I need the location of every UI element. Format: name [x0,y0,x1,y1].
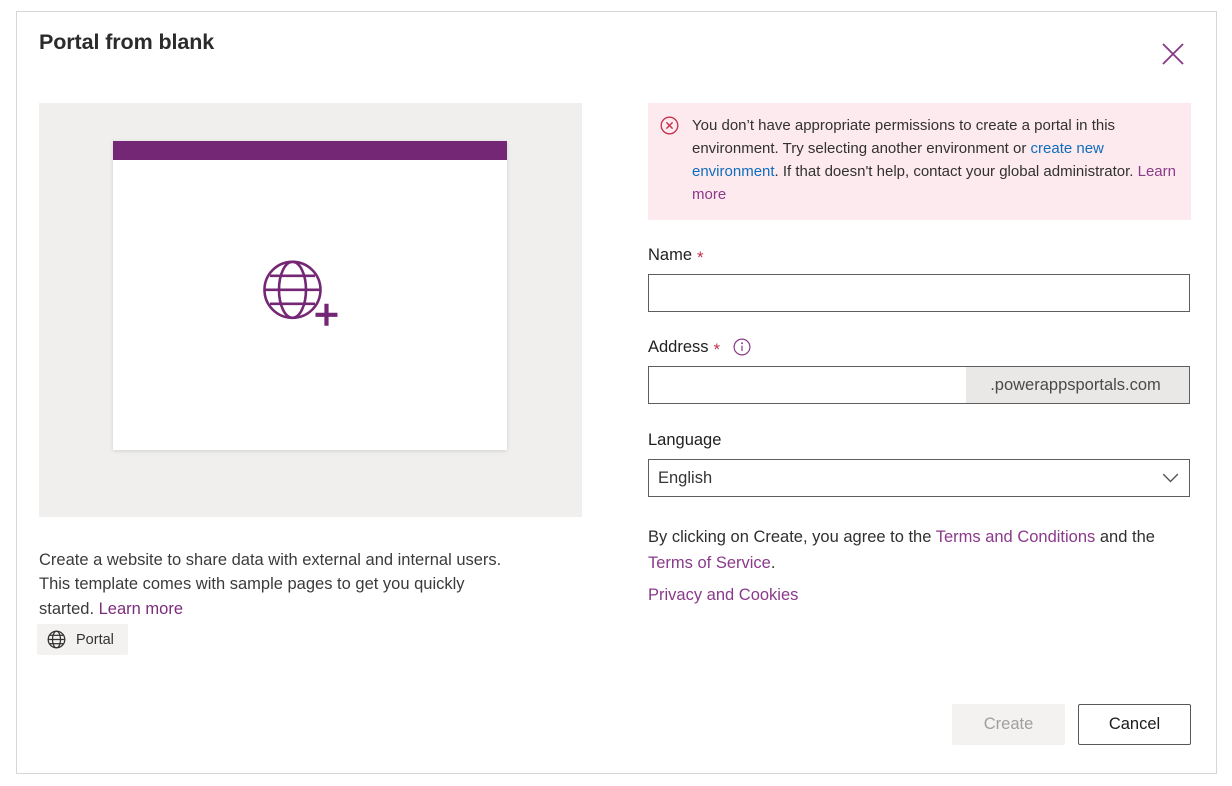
dialog-footer-actions: Create Cancel [952,704,1191,745]
cancel-button[interactable]: Cancel [1078,704,1191,745]
portal-create-form: You don’t have appropriate permissions t… [648,103,1191,605]
preview-card-topbar [113,141,507,160]
terms-and-conditions-link[interactable]: Terms and Conditions [936,528,1096,546]
info-circle-icon[interactable] [733,338,751,356]
page-title: Portal from blank [39,30,215,54]
name-label-text: Name [648,246,693,264]
language-select[interactable]: English [648,459,1190,497]
template-description: Create a website to share data with exte… [39,548,509,622]
template-preview-card [113,141,507,450]
legal-text-part1: By clicking on Create, you agree to the [648,528,936,546]
name-field-label: Name * [648,245,1190,267]
name-required-marker: * [697,247,704,267]
legal-text-part2: and the [1095,528,1155,546]
name-input[interactable] [648,274,1190,312]
portal-type-badge-label: Portal [76,631,114,648]
legal-agreement-text: By clicking on Create, you agree to the … [648,524,1178,576]
error-text-part2: . If that doesn't help, contact your glo… [774,163,1138,180]
close-icon[interactable] [1152,33,1194,75]
template-preview-panel [39,103,582,517]
template-learn-more-link[interactable]: Learn more [99,600,183,618]
legal-text-part3: . [770,554,776,572]
portal-type-badge: Portal [37,624,128,655]
permission-error-message: You don’t have appropriate permissions t… [648,103,1191,220]
address-field-group: .powerappsportals.com [648,366,1190,404]
globe-icon [47,630,66,649]
portal-from-blank-dialog: Portal from blank Create a website to sh… [16,11,1217,774]
language-field-label: Language [648,430,1190,450]
privacy-and-cookies-link[interactable]: Privacy and Cookies [648,586,798,605]
address-required-marker: * [713,339,721,359]
language-selected-value: English [658,468,713,487]
address-field-label: Address * [648,337,1190,359]
error-circle-x-icon [660,116,679,142]
create-button[interactable]: Create [952,704,1065,745]
address-input[interactable] [649,367,966,403]
address-domain-suffix: .powerappsportals.com [966,367,1189,403]
globe-plus-icon [262,259,350,336]
chevron-down-icon [1162,473,1179,484]
language-label-text: Language [648,431,722,449]
address-label-text: Address [648,338,709,356]
terms-of-service-link[interactable]: Terms of Service [648,554,771,572]
